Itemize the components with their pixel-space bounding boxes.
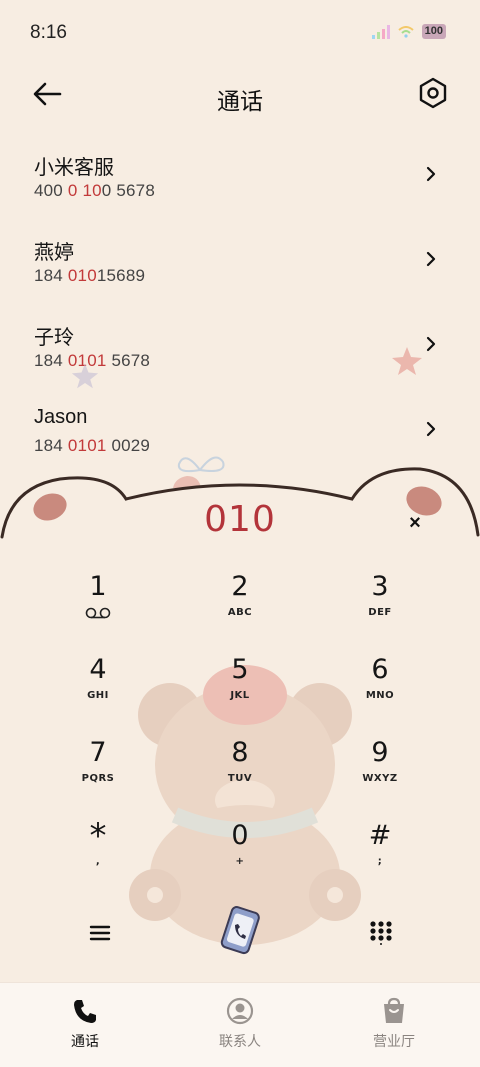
wifi-icon bbox=[397, 25, 414, 38]
chevron-right-icon bbox=[426, 421, 436, 437]
nav-label: 联系人 bbox=[219, 1033, 261, 1049]
status-icons: 100 bbox=[371, 24, 446, 39]
key-digit: 4 bbox=[89, 654, 107, 685]
key-5[interactable]: 5 JKL bbox=[190, 653, 290, 727]
signal-icon bbox=[371, 24, 390, 39]
contact-row[interactable]: 小米客服 400 0 100 5678 bbox=[0, 130, 480, 215]
key-8[interactable]: 8 TUV bbox=[190, 736, 290, 810]
key-star[interactable]: * , bbox=[48, 819, 148, 893]
key-0[interactable]: 0 + bbox=[190, 819, 290, 893]
key-4[interactable]: 4 GHI bbox=[48, 653, 148, 727]
nav-label: 通话 bbox=[71, 1033, 99, 1049]
key-letters: PQRS bbox=[81, 773, 115, 784]
key-letters: GHI bbox=[87, 690, 109, 701]
key-digit: 7 bbox=[89, 737, 107, 768]
key-letters: DEF bbox=[368, 607, 392, 618]
key-digit: 3 bbox=[371, 571, 389, 602]
contact-number: 400 0 100 5678 bbox=[34, 181, 155, 200]
key-letters: ; bbox=[377, 856, 383, 867]
keypad-grid-icon[interactable] bbox=[368, 919, 394, 945]
status-time: 8:16 bbox=[30, 22, 67, 43]
chevron-right-icon bbox=[426, 251, 436, 267]
contact-number: 184 01015689 bbox=[34, 266, 146, 285]
key-digit: 0 bbox=[231, 820, 249, 851]
contact-number: 184 0101 0029 bbox=[34, 436, 151, 455]
nav-tab-calls[interactable]: 通话 bbox=[25, 997, 145, 1051]
key-7[interactable]: 7 PQRS bbox=[48, 736, 148, 810]
phone-icon bbox=[74, 1000, 96, 1023]
settings-hexagon-icon[interactable] bbox=[416, 76, 450, 110]
key-hash[interactable]: # ; bbox=[330, 819, 430, 893]
voicemail-icon bbox=[85, 607, 111, 619]
key-letters: , bbox=[95, 856, 101, 867]
key-3[interactable]: 3 DEF bbox=[330, 570, 430, 644]
dial-keypad: 1 2 ABC 3 DEF 4 GHI 5 JKL 6 MNO 7 PQRS 8… bbox=[0, 570, 480, 902]
key-letters: TUV bbox=[227, 773, 253, 784]
contact-row[interactable]: Jason 184 0101 0029 bbox=[0, 385, 480, 470]
key-6[interactable]: 6 MNO bbox=[330, 653, 430, 727]
contact-name: 燕婷 bbox=[34, 242, 74, 264]
key-letters: + bbox=[235, 856, 245, 867]
menu-icon[interactable] bbox=[88, 921, 112, 945]
status-bar: 8:16 100 bbox=[0, 0, 480, 66]
key-digit: 1 bbox=[89, 571, 107, 602]
shop-bag-icon bbox=[384, 997, 404, 1023]
nav-label: 营业厅 bbox=[373, 1033, 415, 1049]
page-title: 通话 bbox=[217, 88, 263, 114]
key-digit: # bbox=[368, 820, 392, 851]
star-decoration-icon bbox=[392, 347, 422, 375]
contact-name: 子玲 bbox=[34, 327, 74, 349]
contact-list: 小米客服 400 0 100 5678 燕婷 184 01015689 子玲 1… bbox=[0, 130, 480, 470]
key-letters: ABC bbox=[227, 607, 253, 618]
key-letters: MNO bbox=[365, 690, 395, 701]
contact-row[interactable]: 燕婷 184 01015689 bbox=[0, 215, 480, 300]
nav-tab-contacts[interactable]: 联系人 bbox=[180, 997, 300, 1051]
chevron-right-icon bbox=[426, 336, 436, 352]
chevron-right-icon bbox=[426, 166, 436, 182]
key-letters: JKL bbox=[230, 690, 250, 701]
star-decoration-icon bbox=[71, 363, 99, 389]
header: 通话 bbox=[0, 66, 480, 124]
dialer-action-row bbox=[0, 905, 480, 965]
key-digit: 9 bbox=[371, 737, 389, 768]
clear-button[interactable]: × bbox=[402, 510, 428, 536]
battery-indicator: 100 bbox=[421, 24, 446, 39]
key-digit: 6 bbox=[371, 654, 389, 685]
contact-name: 小米客服 bbox=[34, 157, 114, 179]
dial-area: 010 × 1 2 ABC 3 DEF 4 GHI 5 JKL 6 MNO 7 … bbox=[0, 465, 480, 985]
contact-name: Jason bbox=[34, 406, 88, 428]
key-digit: * bbox=[89, 816, 107, 856]
key-1[interactable]: 1 bbox=[48, 570, 148, 644]
call-phone-icon[interactable] bbox=[218, 905, 262, 957]
key-9[interactable]: 9 WXYZ bbox=[330, 736, 430, 810]
bottom-navigation: 通话 联系人 营业厅 bbox=[0, 982, 480, 1067]
nav-tab-service-hall[interactable]: 营业厅 bbox=[334, 997, 454, 1051]
key-digit: 5 bbox=[231, 654, 249, 685]
key-2[interactable]: 2 ABC bbox=[190, 570, 290, 644]
key-digit: 2 bbox=[231, 571, 249, 602]
key-digit: 8 bbox=[231, 737, 249, 768]
person-icon bbox=[226, 997, 254, 1025]
key-letters: WXYZ bbox=[362, 773, 398, 784]
